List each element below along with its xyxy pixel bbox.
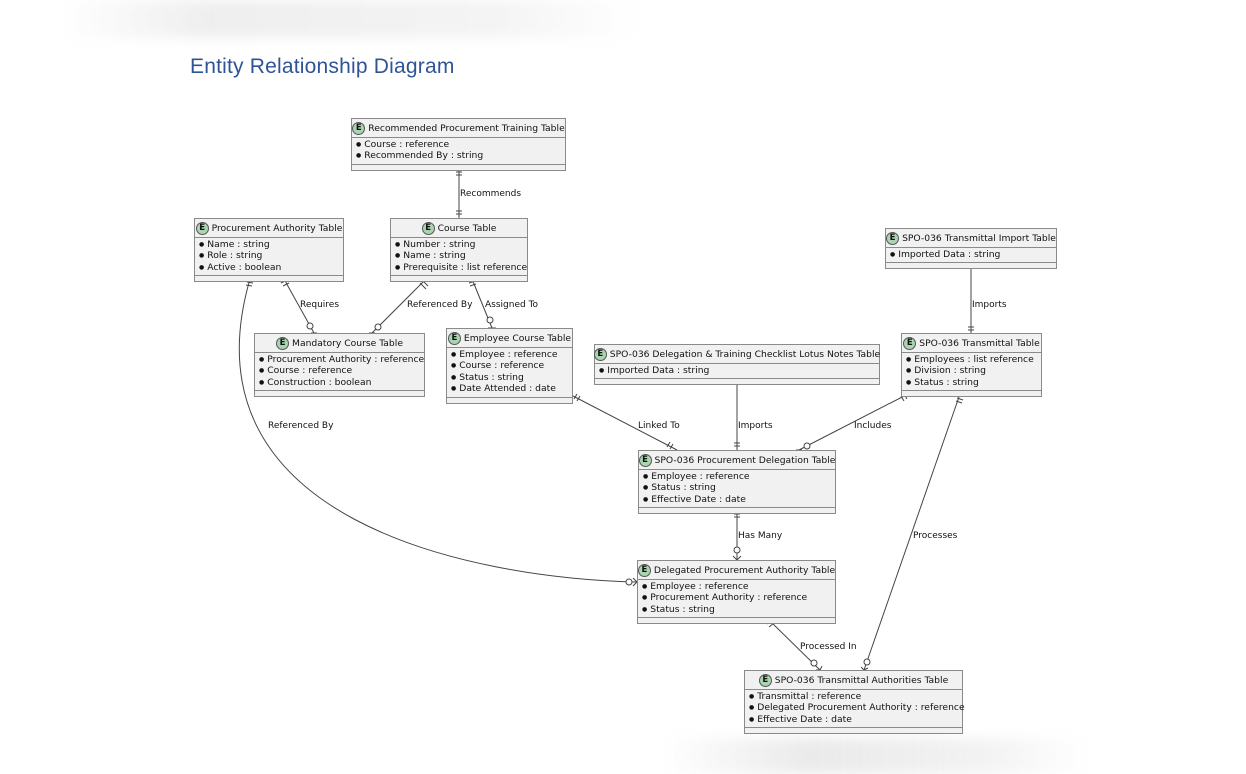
rel-imports-lotus: [734, 384, 740, 450]
entity-title: SPO-036 Procurement Delegation Table: [654, 454, 836, 466]
entity-spo036-delegation-training-checklist[interactable]: E SPO-036 Delegation & Training Checklist…: [593, 344, 881, 386]
entity-title: Delegated Procurement Authority Table: [653, 564, 836, 576]
entity-spo036-transmittal-import[interactable]: ESPO-036 Transmittal Import Table Import…: [885, 228, 1057, 270]
entity-icon: E: [886, 231, 900, 245]
rel-label: Requires: [300, 300, 339, 310]
rel-label: Imports: [972, 300, 1007, 310]
entity-title: SPO-036 Delegation & Training Checklist …: [609, 348, 881, 360]
rel-label: Referenced By: [407, 300, 473, 310]
rel-label: Has Many: [738, 531, 783, 541]
rel-label: Includes: [854, 421, 892, 431]
entity-title: SPO-036 Transmittal Import Table: [902, 232, 1056, 244]
entity-icon: E: [903, 336, 917, 350]
entity-title: SPO-036 Transmittal Table: [919, 337, 1040, 349]
relationship-lines: Recommends Requires Referenced By Assign…: [238, 168, 1007, 671]
entity-title: Recommended Procurement Training Table: [368, 122, 565, 134]
rel-label: Processed In: [800, 642, 857, 652]
entity-attribute: Imported Data : string: [599, 365, 875, 377]
entity-icon: E: [447, 331, 461, 345]
rel-referenced-by-authority: [238, 278, 638, 587]
entity-icon: E: [593, 347, 607, 361]
rel-label: Processes: [913, 531, 958, 541]
rel-label: Imports: [738, 421, 773, 431]
entity-title: Course Table: [437, 222, 497, 234]
entity-icon: E: [421, 221, 435, 235]
entity-icon: E: [758, 673, 772, 687]
entity-attribute: Date Attended : date: [451, 383, 568, 395]
entity-course[interactable]: ECourse Table Number : string Name : str…: [390, 218, 528, 283]
rel-label: Recommends: [460, 189, 521, 199]
rel-label: Referenced By: [268, 421, 334, 431]
entity-mandatory-course[interactable]: EMandatory Course Table Procurement Auth…: [254, 333, 425, 398]
entity-attribute: Status : string: [642, 604, 831, 616]
entity-procurement-authority[interactable]: EProcurement Authority Table Name : stri…: [194, 218, 344, 283]
rel-label: Assigned To: [485, 300, 539, 310]
entity-icon: E: [195, 221, 209, 235]
entity-title: Procurement Authority Table: [211, 222, 343, 234]
entity-spo036-transmittal-authorities[interactable]: ESPO-036 Transmittal Authorities Table T…: [744, 670, 965, 735]
entity-title: SPO-036 Transmittal Authorities Table: [774, 674, 949, 686]
entity-spo036-transmittal[interactable]: ESPO-036 Transmittal Table Employees : l…: [901, 333, 1042, 398]
entity-delegated-procurement-authority[interactable]: EDelegated Procurement Authority Table E…: [637, 560, 836, 625]
entity-title: Mandatory Course Table: [292, 337, 403, 349]
entity-spo036-procurement-delegation[interactable]: ESPO-036 Procurement Delegation Table Em…: [638, 450, 836, 515]
rel-label: Linked To: [638, 421, 680, 431]
entity-attribute: Recommended By : string: [356, 151, 561, 162]
entity-icon: E: [638, 453, 652, 467]
entity-icon: E: [276, 336, 290, 350]
entity-attribute: Effective Date : date: [643, 494, 831, 506]
entity-attribute: Prerequisite : list reference: [395, 262, 527, 274]
entity-attribute: Active : boolean: [199, 262, 339, 274]
entity-title: Employee Course Table: [463, 332, 572, 344]
entity-attribute: Imported Data : string: [890, 249, 1052, 261]
entity-recommended-procurement-training[interactable]: E Recommended Procurement Training Table …: [351, 118, 566, 171]
entity-employee-course[interactable]: EEmployee Course Table Employee : refere…: [446, 328, 573, 404]
entity-attribute: Status : string: [906, 377, 1037, 389]
entity-attribute: Construction : boolean: [259, 377, 420, 389]
entity-attribute: Effective Date : date: [749, 714, 958, 726]
entity-icon: E: [637, 563, 651, 577]
entity-icon: E: [352, 121, 366, 135]
